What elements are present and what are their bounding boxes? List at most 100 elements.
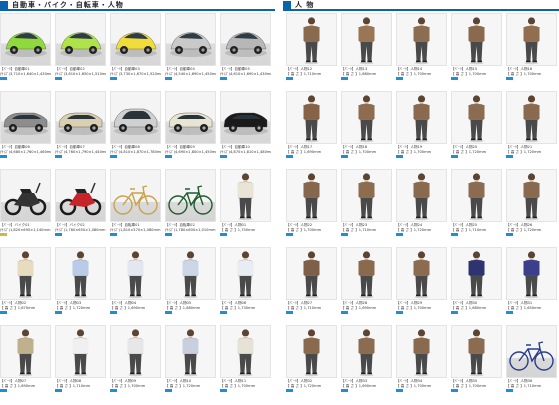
part-card[interactable]: 【ﾊﾟｰﾂ】人物22 【 高 さ 】1,700mm [286,169,337,247]
part-thumbnail[interactable] [286,325,337,378]
part-card[interactable]: 【ﾊﾟｰﾂ】人物01 【 高 さ 】1,750mm [220,169,271,247]
part-card[interactable]: 【ﾊﾟｰﾂ】人物24 【 高 さ 】1,720mm [396,169,447,247]
part-card[interactable]: 【ﾊﾟｰﾂ】人物34 【 高 さ 】1,700mm [396,325,447,403]
part-thumbnail[interactable] [165,169,216,222]
part-card[interactable]: 【ﾊﾟｰﾂ】人物27 【 高 さ 】1,710mm [286,247,337,325]
part-thumbnail[interactable] [506,13,557,66]
part-thumbnail[interactable] [165,247,216,300]
part-thumbnail[interactable] [220,247,271,300]
part-thumbnail[interactable] [0,91,51,144]
part-thumbnail[interactable] [506,247,557,300]
part-card[interactable]: 【ﾊﾟｰﾂ】自動車02 (ｻｲｽﾞ)3,610×1,650×1,510mm [55,13,106,91]
part-thumbnail[interactable] [396,247,447,300]
part-card[interactable]: 【ﾊﾟｰﾂ】人物29 【 高 さ 】1,700mm [396,247,447,325]
part-card[interactable]: 【ﾊﾟｰﾂ】人物21 【 高 さ 】1,720mm [506,91,557,169]
part-card[interactable]: 【ﾊﾟｰﾂ】人物23 【 高 さ 】1,710mm [341,169,392,247]
part-card[interactable]: 【ﾊﾟｰﾂ】自動車04 (ｻｲｽﾞ)4,540×1,690×1,450mm [165,13,216,91]
part-card[interactable]: 【ﾊﾟｰﾂ】人物13 【 高 さ 】1,680mm [341,13,392,91]
part-thumbnail[interactable] [55,13,106,66]
part-thumbnail[interactable] [396,169,447,222]
part-thumbnail[interactable] [55,325,106,378]
part-card[interactable]: 【ﾊﾟｰﾂ】人物30 【 高 さ 】1,680mm [451,247,502,325]
part-card[interactable]: 【ﾊﾟｰﾂ】人物18 【 高 さ 】1,700mm [341,91,392,169]
part-card[interactable]: 【ﾊﾟｰﾂ】自動車06 (ｻｲｽﾞ)4,680×1,760×1,460mm [0,91,51,169]
part-card[interactable]: 【ﾊﾟｰﾂ】人物36 【 高 さ 】1,710mm [506,325,557,403]
part-thumbnail[interactable] [110,169,161,222]
part-card[interactable]: 【ﾊﾟｰﾂ】人物25 【 高 さ 】1,710mm [451,169,502,247]
part-card[interactable]: 【ﾊﾟｰﾂ】人物03 【 高 さ 】1,720mm [55,247,106,325]
part-thumbnail[interactable] [0,247,51,300]
part-thumbnail[interactable] [451,325,502,378]
part-card[interactable]: 【ﾊﾟｰﾂ】バイク01 (ｻｲｽﾞ)1,820×690×1,140mm [0,169,51,247]
part-card[interactable]: 【ﾊﾟｰﾂ】人物33 【 高 さ 】1,690mm [341,325,392,403]
part-card[interactable]: 【ﾊﾟｰﾂ】人物17 【 高 さ 】1,690mm [286,91,337,169]
part-thumbnail[interactable] [220,325,271,378]
part-thumbnail[interactable] [110,325,161,378]
part-card[interactable]: 【ﾊﾟｰﾂ】自動車01 (ｻｲｽﾞ)3,710×1,640×1,430mm [0,13,51,91]
part-card[interactable]: 【ﾊﾟｰﾂ】人物11 【 高 さ 】1,700mm [220,325,271,403]
part-thumbnail[interactable] [506,91,557,144]
part-thumbnail[interactable] [0,325,51,378]
part-thumbnail[interactable] [451,91,502,144]
part-card[interactable]: 【ﾊﾟｰﾂ】人物20 【 高 さ 】1,720mm [451,91,502,169]
part-card[interactable]: 【ﾊﾟｰﾂ】自動車09 (ｻｲｽﾞ)4,690×1,800×1,450mm [165,91,216,169]
part-card[interactable]: 【ﾊﾟｰﾂ】自動車03 (ｻｲｽﾞ)3,730×1,670×1,520mm [110,13,161,91]
part-card[interactable]: 【ﾊﾟｰﾂ】自動車10 (ｻｲｽﾞ)4,870×1,810×1,480mm [220,91,271,169]
part-thumbnail[interactable] [110,91,161,144]
part-card[interactable]: 【ﾊﾟｰﾂ】人物26 【 高 さ 】1,720mm [506,169,557,247]
part-card[interactable]: 【ﾊﾟｰﾂ】自転車01 (ｻｲｽﾞ)1,810×570×1,080mm [110,169,161,247]
part-thumbnail[interactable] [341,247,392,300]
part-thumbnail[interactable] [341,91,392,144]
part-card[interactable]: 【ﾊﾟｰﾂ】人物28 【 高 さ 】1,690mm [341,247,392,325]
part-thumbnail[interactable] [286,169,337,222]
part-thumbnail[interactable] [286,13,337,66]
part-thumbnail[interactable] [451,13,502,66]
part-thumbnail[interactable] [220,169,271,222]
part-thumbnail[interactable] [0,169,51,222]
part-thumbnail[interactable] [165,13,216,66]
part-card[interactable]: 【ﾊﾟｰﾂ】人物12 【 高 さ 】1,710mm [286,13,337,91]
part-thumbnail[interactable] [286,91,337,144]
part-thumbnail[interactable] [286,247,337,300]
part-thumbnail[interactable] [396,13,447,66]
part-card[interactable]: 【ﾊﾟｰﾂ】人物04 【 高 さ 】1,690mm [110,247,161,325]
part-thumbnail[interactable] [220,13,271,66]
part-card[interactable]: 【ﾊﾟｰﾂ】自転車02 (ｻｲｽﾞ)1,780×600×1,010mm [165,169,216,247]
part-thumbnail[interactable] [506,169,557,222]
part-card[interactable]: 【ﾊﾟｰﾂ】人物09 【 高 さ 】1,700mm [110,325,161,403]
part-card[interactable]: 【ﾊﾟｰﾂ】人物16 【 高 さ 】1,700mm [506,13,557,91]
part-thumbnail[interactable] [55,247,106,300]
part-card[interactable]: 【ﾊﾟｰﾂ】人物05 【 高 さ 】1,680mm [165,247,216,325]
part-thumbnail[interactable] [220,91,271,144]
part-card[interactable]: 【ﾊﾟｰﾂ】バイク02 (ｻｲｽﾞ)1,760×650×1,080mm [55,169,106,247]
part-thumbnail[interactable] [165,91,216,144]
part-thumbnail[interactable] [341,13,392,66]
part-card[interactable]: 【ﾊﾟｰﾂ】人物19 【 高 さ 】1,700mm [396,91,447,169]
part-thumbnail[interactable] [165,325,216,378]
part-thumbnail[interactable] [396,91,447,144]
part-thumbnail[interactable] [341,169,392,222]
part-card[interactable]: 【ﾊﾟｰﾂ】人物32 【 高 さ 】1,720mm [286,325,337,403]
part-card[interactable]: 【ﾊﾟｰﾂ】自動車05 (ｻｲｽﾞ)4,610×1,690×1,430mm [220,13,271,91]
part-thumbnail[interactable] [451,247,502,300]
part-card[interactable]: 【ﾊﾟｰﾂ】人物14 【 高 さ 】1,700mm [396,13,447,91]
part-thumbnail[interactable] [451,169,502,222]
part-thumbnail[interactable] [55,91,106,144]
part-card[interactable]: 【ﾊﾟｰﾂ】人物06 【 高 さ 】1,730mm [220,247,271,325]
part-card[interactable]: 【ﾊﾟｰﾂ】人物15 【 高 さ 】1,700mm [451,13,502,91]
part-thumbnail[interactable] [55,169,106,222]
part-thumbnail[interactable] [110,247,161,300]
part-thumbnail[interactable] [110,13,161,66]
part-thumbnail[interactable] [506,325,557,378]
part-thumbnail[interactable] [341,325,392,378]
part-card[interactable]: 【ﾊﾟｰﾂ】人物31 【 高 さ 】1,650mm [506,247,557,325]
part-card[interactable]: 【ﾊﾟｰﾂ】人物35 【 高 さ 】1,700mm [451,325,502,403]
part-thumbnail[interactable] [396,325,447,378]
part-card[interactable]: 【ﾊﾟｰﾂ】人物08 【 高 さ 】1,710mm [55,325,106,403]
part-card[interactable]: 【ﾊﾟｰﾂ】人物07 【 高 さ 】1,690mm [0,325,51,403]
part-card[interactable]: 【ﾊﾟｰﾂ】自動車08 (ｻｲｽﾞ)4,810×1,870×1,780mm [110,91,161,169]
part-thumbnail[interactable] [0,13,51,66]
part-card[interactable]: 【ﾊﾟｰﾂ】自動車07 (ｻｲｽﾞ)4,760×1,790×1,440mm [55,91,106,169]
part-card[interactable]: 【ﾊﾟｰﾂ】人物10 【 高 さ 】1,720mm [165,325,216,403]
part-card[interactable]: 【ﾊﾟｰﾂ】人物02 【 高 さ 】1,670mm [0,247,51,325]
